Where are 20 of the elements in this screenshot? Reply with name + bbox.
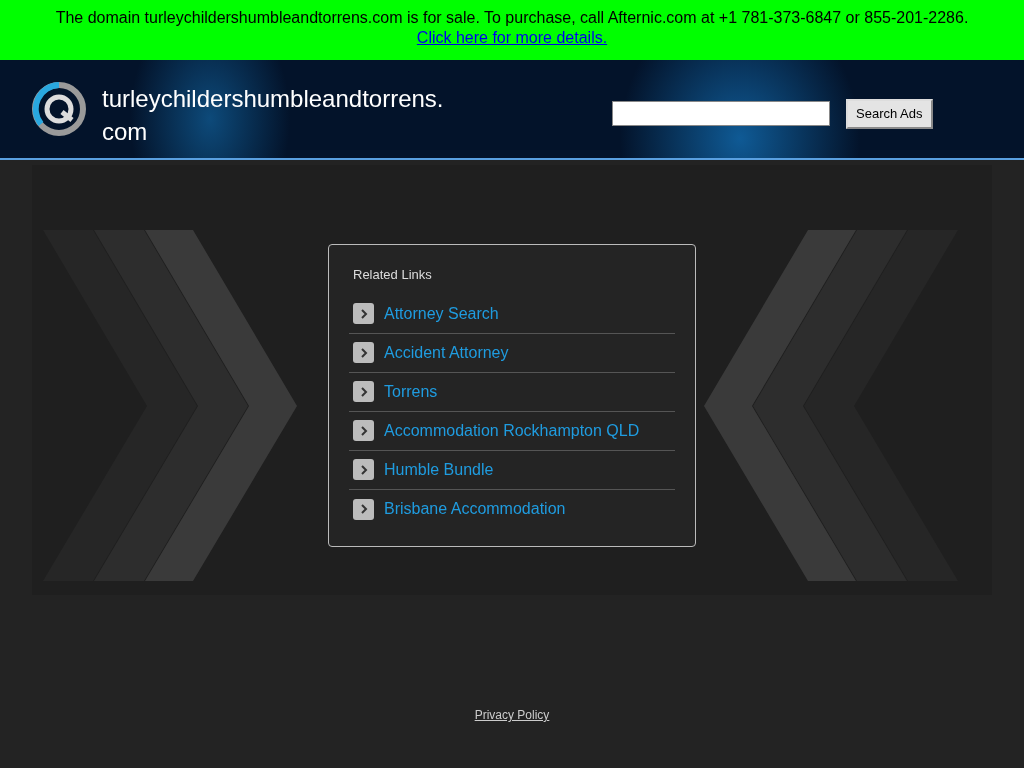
chevron-right-icon — [353, 303, 374, 324]
logo-icon — [32, 82, 86, 136]
details-link[interactable]: Click here for more details. — [416, 29, 608, 46]
panel-title: Related Links — [352, 266, 433, 284]
search-field[interactable] — [612, 101, 830, 127]
related-link[interactable]: Attorney Search — [384, 301, 499, 326]
search-ads-button[interactable]: Search Ads — [846, 99, 933, 129]
sale-notice: The domain turleychildershumbleandtorrens.com is for sale. To purchase, call Afternic.com at +1 781-373-6847 or 855-201-2286. Click here for more details. — [55, 9, 969, 46]
related-link[interactable]: Accident Attorney — [384, 340, 509, 365]
related-link[interactable]: Humble Bundle — [384, 457, 494, 482]
related-link[interactable]: Brisbane Accommodation — [384, 497, 566, 521]
chevron-right-icon — [353, 459, 374, 480]
chevron-right-icon — [353, 381, 374, 402]
site-title: turleychildershumbleandtorrens.com — [102, 84, 445, 147]
chevron-right-icon — [353, 342, 374, 363]
privacy-policy-link[interactable]: Privacy Policy — [474, 708, 550, 722]
related-link[interactable]: Torrens — [384, 379, 438, 404]
chevron-right-icon — [353, 498, 374, 520]
related-link[interactable]: Accommodation Rockhampton QLD — [384, 418, 640, 443]
chevron-right-icon — [353, 420, 374, 441]
